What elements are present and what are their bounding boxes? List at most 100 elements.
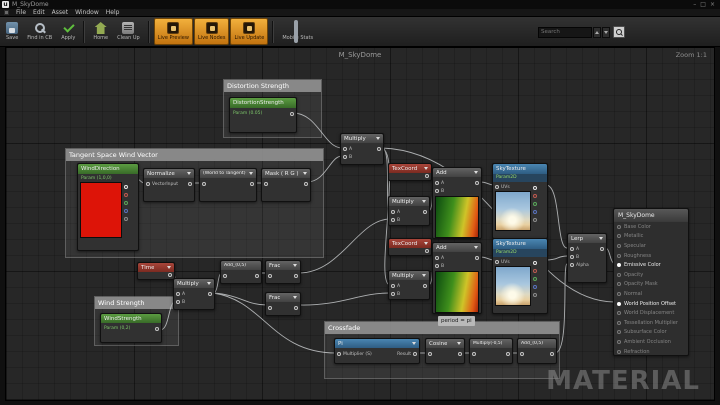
output-pin[interactable] (458, 352, 462, 356)
input-pin-alpha[interactable] (570, 263, 574, 267)
input-pin[interactable] (617, 302, 621, 306)
input-pin[interactable] (617, 225, 621, 229)
output-pin[interactable] (188, 182, 192, 186)
comment-title[interactable]: Wind Strength (95, 297, 178, 309)
chevron-down-icon[interactable] (249, 172, 253, 175)
input-pin[interactable] (617, 263, 621, 267)
menu-window[interactable]: Window (75, 9, 99, 17)
chevron-down-icon[interactable] (474, 246, 478, 249)
node-pi[interactable]: Pi Multiplier (S) Result (334, 338, 420, 364)
chevron-down-icon[interactable] (457, 342, 461, 345)
output-pin[interactable] (550, 352, 554, 356)
chevron-down-icon[interactable] (422, 274, 426, 277)
output-pin[interactable] (290, 112, 294, 116)
comment-title[interactable]: Distortion Strength (224, 80, 321, 92)
node-distortion-strength[interactable]: DistortionStrength Param (0.05) (229, 97, 297, 133)
node-transform-world-to-tangent[interactable]: (World to Tangent) (199, 168, 257, 202)
save-button[interactable]: Save (2, 18, 22, 45)
node-multiply-pan-b[interactable]: Multiply A B (388, 270, 430, 300)
chevron-down-icon[interactable] (412, 342, 416, 345)
minimize-button[interactable]: – (693, 0, 696, 9)
clean-up-button[interactable]: Clean Up (113, 18, 144, 45)
chevron-down-icon[interactable] (474, 171, 478, 174)
node-time[interactable]: Time (137, 262, 175, 280)
live-nodes-toggle[interactable]: Live Nodes (194, 18, 229, 45)
node-mask-rg[interactable]: Mask ( R G ) (261, 168, 311, 202)
home-button[interactable]: Home (89, 18, 112, 45)
output-pin-g[interactable] (124, 201, 128, 205)
mobile-stats-button[interactable]: Mobile Stats (278, 18, 317, 45)
output-pin-a[interactable] (533, 218, 537, 222)
input-pin[interactable] (268, 274, 272, 278)
input-pin-a[interactable] (570, 247, 574, 251)
input-pin-a[interactable] (343, 147, 347, 151)
input-pin[interactable] (520, 352, 524, 356)
input-pin[interactable] (428, 352, 432, 356)
input-pin-b[interactable] (176, 300, 180, 304)
chevron-down-icon[interactable] (303, 172, 307, 175)
chevron-down-icon[interactable] (599, 237, 603, 240)
chevron-down-icon[interactable] (424, 167, 428, 170)
output-pin-rgb[interactable] (533, 186, 537, 190)
input-pin-a[interactable] (435, 181, 439, 185)
input-pin[interactable] (617, 234, 621, 238)
output-pin[interactable] (413, 352, 417, 356)
live-preview-toggle[interactable]: Live Preview (154, 18, 193, 45)
apply-button[interactable]: Apply (57, 18, 79, 45)
output-pin-g[interactable] (533, 277, 537, 281)
input-pin-b[interactable] (435, 189, 439, 193)
node-sky-texture-b[interactable]: SkyTexture Param2D UVs (492, 238, 548, 314)
output-pin-rgb[interactable] (533, 261, 537, 265)
node-normalize[interactable]: Normalize VectorInput (143, 168, 195, 202)
input-pin[interactable] (617, 321, 621, 325)
maximize-button[interactable]: □ (700, 0, 706, 9)
output-pin[interactable] (423, 210, 427, 214)
input-pin[interactable] (617, 254, 621, 258)
input-pin-uvs[interactable] (495, 260, 499, 264)
input-pin[interactable] (617, 311, 621, 315)
output-pin-a[interactable] (533, 293, 537, 297)
input-pin[interactable] (617, 244, 621, 248)
node-multiply-time[interactable]: Multiply A B (173, 278, 215, 310)
input-pin-multiplier[interactable] (337, 352, 341, 356)
node-add-uv-b[interactable]: Add A B (432, 242, 482, 314)
search-next-button[interactable] (602, 27, 610, 38)
input-pin[interactable] (264, 182, 268, 186)
output-pin-b[interactable] (533, 210, 537, 214)
input-pin[interactable] (223, 274, 227, 278)
graph-canvas[interactable]: M_SkyDome Zoom 1:1 MATERIAL Distortion S… (5, 47, 715, 401)
input-pin[interactable] (146, 182, 150, 186)
input-pin[interactable] (617, 350, 621, 354)
output-pin[interactable] (506, 352, 510, 356)
input-pin-b[interactable] (343, 155, 347, 159)
node-add-uv-a[interactable]: Add A B (432, 167, 482, 239)
output-pin[interactable] (294, 274, 298, 278)
input-pin-b[interactable] (391, 218, 395, 222)
node-texcoord-b[interactable]: TexCoord (388, 238, 432, 256)
output-pin-b[interactable] (124, 209, 128, 213)
live-update-toggle[interactable]: Live Update (230, 18, 268, 45)
input-pin-b[interactable] (435, 264, 439, 268)
search-prev-button[interactable] (593, 27, 601, 38)
output-pin[interactable] (255, 274, 259, 278)
output-pin[interactable] (155, 327, 159, 331)
chevron-down-icon[interactable] (167, 266, 171, 269)
input-pin-b[interactable] (391, 292, 395, 296)
output-pin[interactable] (425, 174, 429, 178)
input-pin[interactable] (617, 282, 621, 286)
output-pin[interactable] (168, 273, 172, 277)
output-pin-r[interactable] (533, 194, 537, 198)
output-pin-r[interactable] (533, 269, 537, 273)
input-pin-uvs[interactable] (495, 185, 499, 189)
node-wind-strength[interactable]: WindStrength Param (0,2) (100, 313, 162, 343)
input-pin[interactable] (617, 330, 621, 334)
node-texcoord-a[interactable]: TexCoord (388, 163, 432, 181)
find-button[interactable] (613, 26, 625, 38)
output-pin-g[interactable] (533, 202, 537, 206)
chevron-down-icon[interactable] (293, 264, 297, 267)
node-sky-texture-a[interactable]: SkyTexture Param2D UVs (492, 163, 548, 239)
node-material-result[interactable]: M_SkyDome Base Color Metallic Specular R… (613, 208, 689, 356)
menu-help[interactable]: Help (106, 9, 120, 17)
input-pin-a[interactable] (176, 292, 180, 296)
node-lerp[interactable]: Lerp A B Alpha (567, 233, 607, 283)
